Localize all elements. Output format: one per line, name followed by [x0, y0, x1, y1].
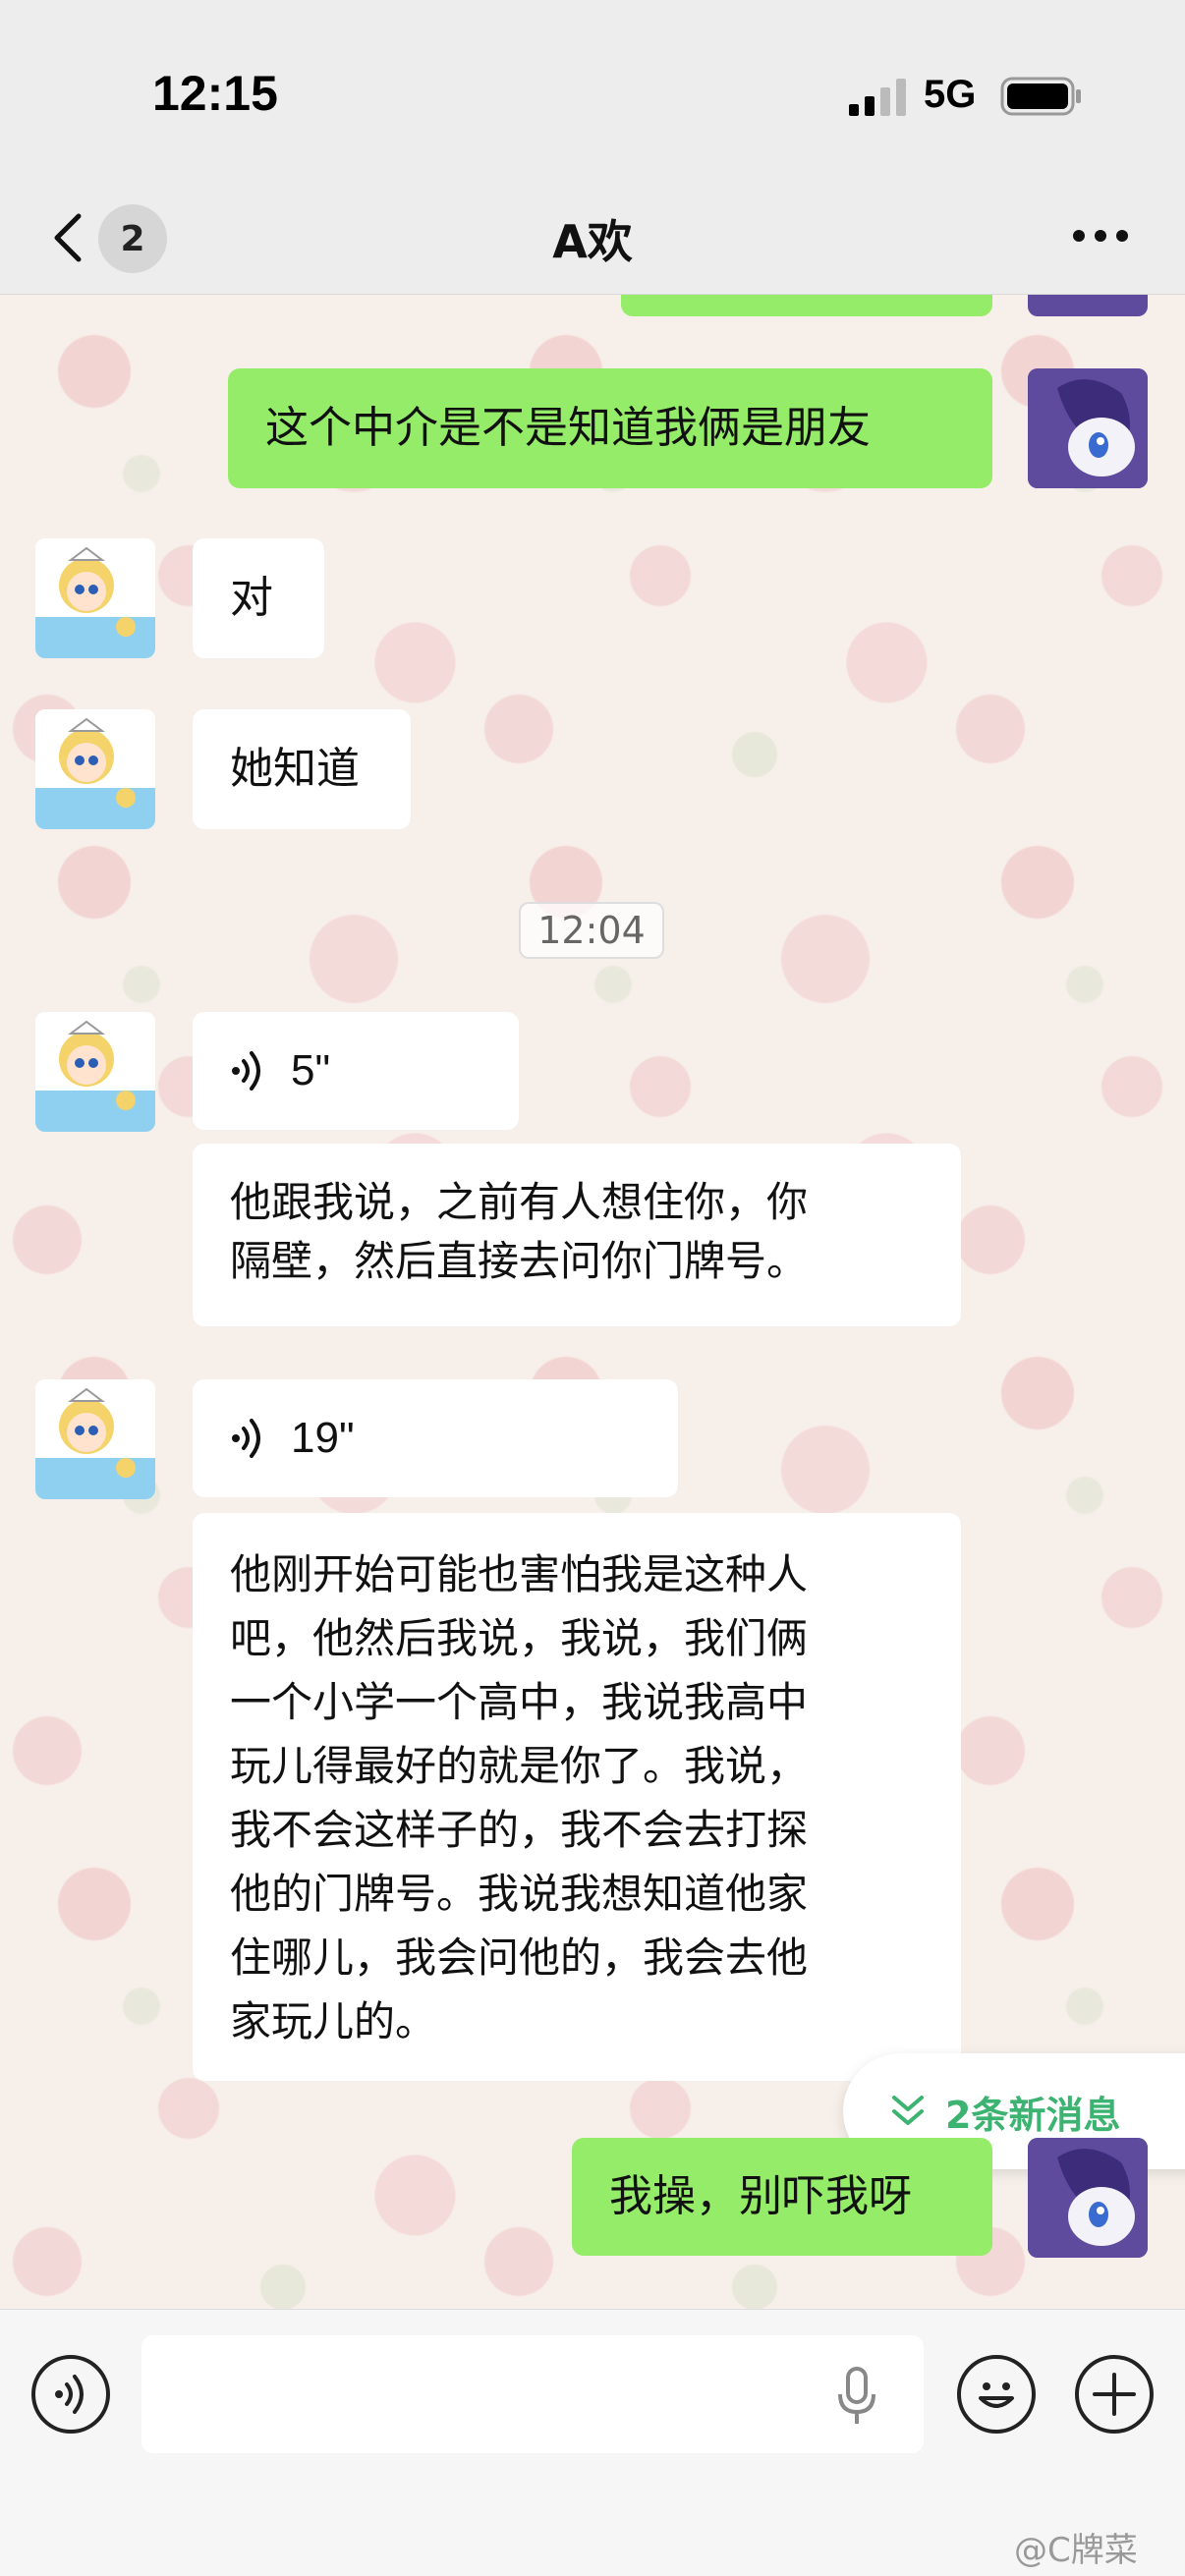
pony-avatar-icon [1028, 2138, 1148, 2258]
cartoon-avatar-icon [35, 538, 155, 658]
back-icon [54, 213, 82, 262]
transcript-line: 吧，他然后我说，我说，我们俩 [230, 1614, 809, 1662]
cartoon-avatar-icon [35, 1379, 155, 1499]
transcript-line: 隔壁，然后直接去问你门牌号。 [230, 1237, 809, 1285]
voice-message[interactable]: 19" [193, 1379, 678, 1497]
avatar-contact[interactable] [35, 538, 155, 658]
avatar-contact[interactable] [35, 1379, 155, 1499]
transcript-line: 我不会这样子的，我不会去打探 [230, 1806, 809, 1854]
transcript-line: 他刚开始可能也害怕我是这种人 [230, 1550, 809, 1598]
message-input[interactable] [141, 2335, 924, 2453]
avatar-self[interactable] [1028, 295, 1148, 316]
message-text: 对 [230, 573, 273, 623]
chat-title: A欢 [552, 215, 633, 268]
plus-icon [1093, 2373, 1136, 2416]
voice-wave-icon [232, 1419, 260, 1458]
status-time: 12:15 [152, 66, 278, 121]
transcript-line: 他跟我说，之前有人想住你，你 [230, 1178, 809, 1226]
cartoon-avatar-icon [35, 709, 155, 829]
voice-transcript[interactable]: 他刚开始可能也害怕我是这种人 吧，他然后我说，我说，我们俩 一个小学一个高中，我… [193, 1513, 961, 2081]
voice-duration: 19" [291, 1414, 355, 1462]
transcript-line: 家玩儿的。 [230, 1997, 437, 2045]
time-divider: 12:04 [519, 902, 664, 959]
microphone-icon[interactable] [835, 2367, 878, 2426]
pony-avatar-icon [1028, 368, 1148, 488]
voice-transcript[interactable]: 他跟我说，之前有人想住你，你 隔壁，然后直接去问你门牌号。 [193, 1144, 961, 1326]
voice-input-button[interactable] [31, 2355, 110, 2434]
transcript-line: 玩儿得最好的就是你了。我说， [230, 1742, 809, 1790]
new-messages-label: 2条新消息 [945, 2093, 1121, 2137]
status-bar: 12:15 5G [0, 0, 1185, 177]
voice-duration: 5" [291, 1046, 331, 1094]
more-icon[interactable] [1071, 222, 1130, 250]
avatar-contact[interactable] [35, 1012, 155, 1132]
nav-bar: 2 A欢 [0, 177, 1185, 295]
battery-icon [1000, 77, 1081, 116]
message-text: 这个中介是不是知道我俩是朋友 [265, 403, 871, 453]
smiley-icon [979, 2382, 1014, 2408]
more-actions-button[interactable] [1075, 2355, 1154, 2434]
unread-badge: 2 [98, 204, 167, 273]
transcript-line: 住哪儿，我会问他的，我会去他 [230, 1933, 809, 1982]
transcript-line: 一个小学一个高中，我说我高中 [230, 1678, 809, 1726]
message-text: 我操，别吓我呀 [609, 2171, 912, 2221]
message-bubble-outgoing[interactable]: 我操，别吓我呀 [572, 2138, 992, 2256]
message-bubble-incoming[interactable]: 对 [193, 538, 324, 658]
double-chevron-down-icon [892, 2096, 924, 2125]
signal-icon [849, 79, 906, 116]
voice-wave-icon [232, 1051, 260, 1091]
message-bubble-outgoing[interactable]: 这个中介是不是知道我俩是朋友 [228, 368, 992, 488]
back-button[interactable]: 2 [39, 198, 167, 273]
cartoon-avatar-icon [35, 1012, 155, 1132]
voice-wave-icon [55, 2375, 84, 2414]
input-bar [0, 2309, 1185, 2576]
network-label: 5G [924, 73, 977, 116]
message-bubble-partial[interactable] [621, 295, 992, 316]
message-text: 她知道 [230, 744, 360, 794]
emoji-button[interactable] [957, 2355, 1036, 2434]
avatar-contact[interactable] [35, 709, 155, 829]
transcript-line: 他的门牌号。我说我想知道他家 [230, 1870, 809, 1918]
avatar-self[interactable] [1028, 368, 1148, 488]
avatar-self[interactable] [1028, 2138, 1148, 2258]
voice-message[interactable]: 5" [193, 1012, 519, 1130]
watermark: @C牌菜 [1014, 2531, 1138, 2570]
message-bubble-incoming[interactable]: 她知道 [193, 709, 411, 829]
